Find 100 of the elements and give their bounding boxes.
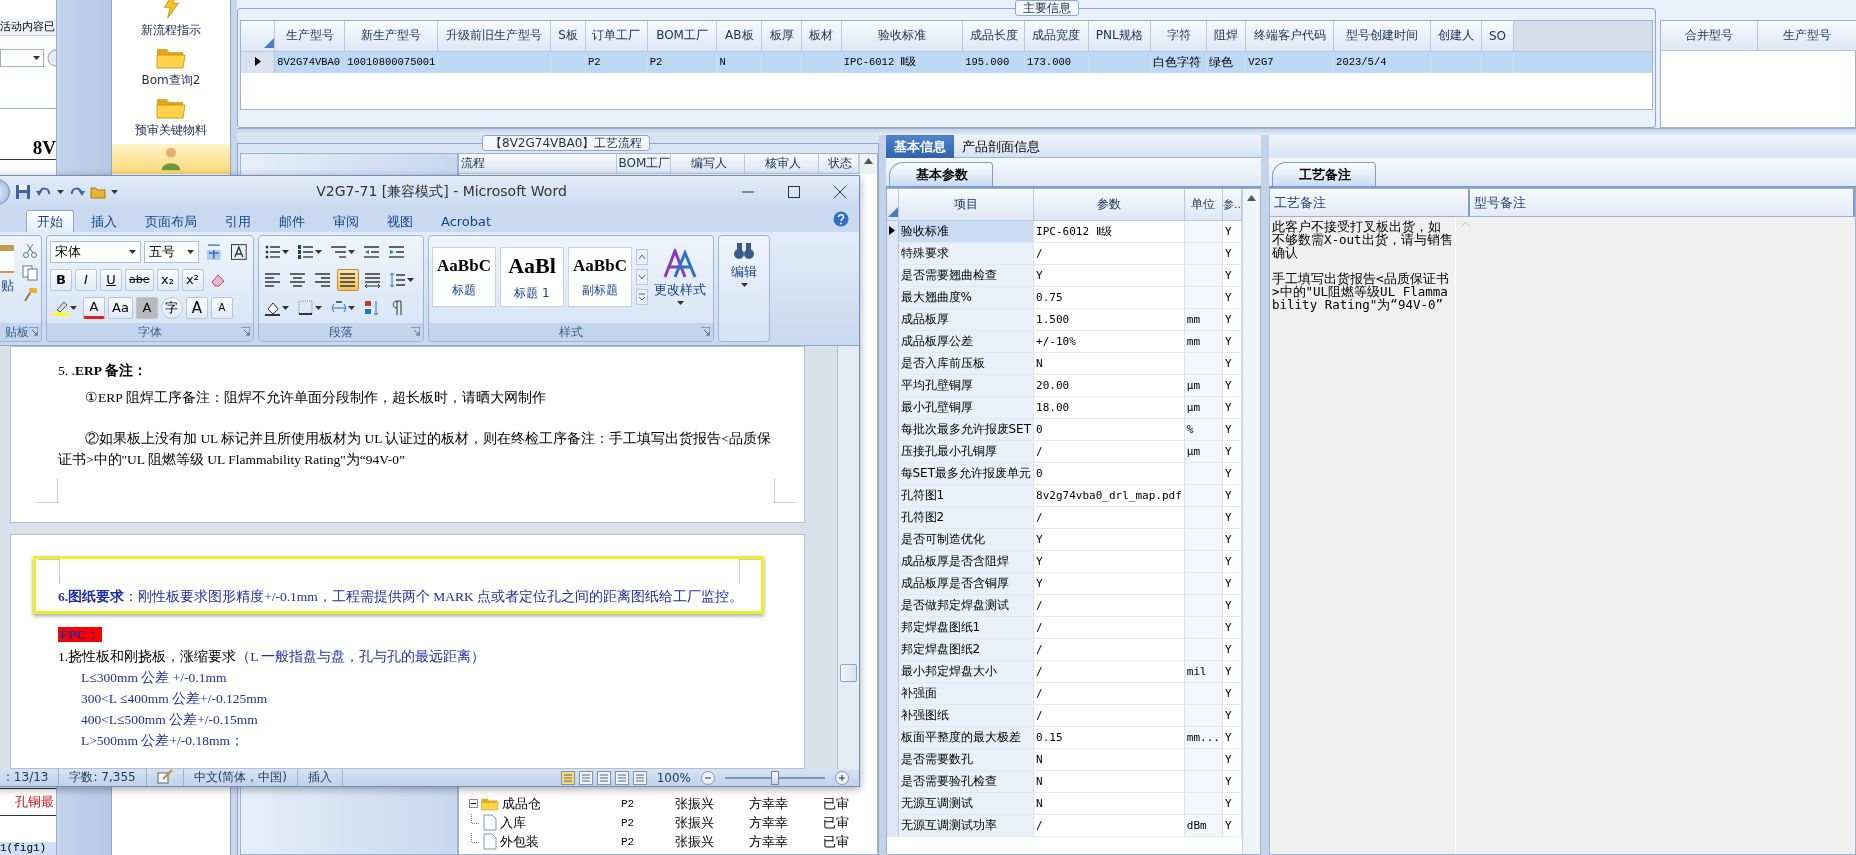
proofing-icon[interactable] [156, 769, 173, 785]
underline-button[interactable]: U [100, 268, 122, 291]
column-header[interactable]: 板厚 [761, 21, 802, 51]
style-option[interactable]: AaBbC 标题 [432, 247, 496, 307]
ribbon-tab[interactable]: 页面布局 [134, 210, 208, 232]
tab[interactable]: 产品剖面信息 [954, 135, 1048, 158]
scrollbar[interactable] [1242, 189, 1260, 854]
dialog-launcher-icon[interactable] [411, 327, 420, 336]
style-option[interactable]: AaBbC 副标题 [568, 247, 632, 307]
nav-item[interactable]: 新流程指示 [112, 0, 230, 42]
column-header[interactable]: 生产型号 [1758, 21, 1856, 51]
view-mode-icon[interactable] [596, 770, 611, 785]
column-header[interactable]: AB板 [716, 21, 762, 51]
column-header[interactable]: 流程 [459, 154, 617, 174]
column-header[interactable]: 板材 [801, 21, 842, 51]
caret-icon[interactable] [676, 301, 684, 305]
scroll-down-icon[interactable] [636, 269, 648, 285]
caret-icon[interactable] [315, 249, 322, 254]
caret-icon[interactable] [315, 305, 322, 310]
column-header[interactable]: 项目 [898, 189, 1034, 220]
folder-icon[interactable] [90, 184, 106, 200]
paste-button[interactable]: 贴 [0, 239, 18, 323]
bullet-list-icon[interactable] [265, 243, 281, 260]
column-header[interactable]: 型号创建时间 [1333, 21, 1431, 51]
column-header[interactable]: 编写人 [671, 154, 745, 174]
borders-icon[interactable] [298, 299, 314, 316]
table-row[interactable]: 8V2G74VBA0 10010800075001 P2 P2 N IPC-6012 Ⅱ级 195.000 173.000 白色字符 绿色 V2G7 2023/5/4 [241, 51, 1652, 73]
column-header[interactable]: 核审人 [745, 154, 819, 174]
ribbon-tab[interactable]: 审阅 [322, 210, 370, 232]
caret-icon[interactable] [57, 190, 64, 194]
multilevel-list-icon[interactable] [331, 243, 347, 260]
column-header[interactable]: 合并型号 [1661, 21, 1758, 51]
column-header[interactable]: 订单工厂 [585, 21, 648, 51]
ribbon-tab[interactable]: 视图 [376, 210, 424, 232]
superscript-button[interactable]: x² [181, 268, 204, 291]
column-header[interactable]: 成品长度 [962, 21, 1025, 51]
save-icon[interactable] [15, 184, 31, 200]
column-header[interactable]: 创建人 [1430, 21, 1482, 51]
view-mode-icon[interactable] [560, 770, 575, 785]
column-header[interactable]: SO [1481, 21, 1514, 51]
scrollbar[interactable] [837, 346, 859, 769]
font-name-field[interactable]: 宋体 [50, 240, 142, 263]
more-icon[interactable] [636, 289, 648, 305]
ribbon-tab[interactable]: 插入 [80, 210, 128, 232]
caret-icon[interactable] [282, 305, 289, 310]
italic-button[interactable]: I [75, 268, 97, 291]
column-header[interactable]: 升级前旧生产型号 [437, 21, 551, 51]
grow-font-button[interactable]: A [185, 296, 208, 319]
zoom-in-icon[interactable] [835, 770, 849, 785]
scissors-icon[interactable] [22, 243, 38, 259]
nav-item[interactable]: 预审关键物料 [112, 94, 230, 142]
caret-icon[interactable] [740, 283, 748, 287]
copy-icon[interactable] [22, 265, 38, 281]
caret-icon[interactable] [348, 305, 355, 310]
tab[interactable]: 基本信息 [886, 135, 954, 158]
view-mode-icon[interactable] [578, 770, 593, 785]
round-button-icon[interactable] [46, 49, 56, 67]
caret-icon[interactable] [407, 277, 414, 282]
tab[interactable]: 基本参数 [889, 162, 993, 186]
caret-icon[interactable] [348, 249, 355, 254]
dialog-launcher-icon[interactable] [241, 327, 250, 336]
column-header[interactable]: 字符 [1150, 21, 1207, 51]
font-color-button[interactable]: A [83, 296, 105, 319]
view-mode-icon[interactable] [632, 770, 647, 785]
numbered-list-icon[interactable] [298, 243, 314, 260]
caret-icon[interactable] [129, 249, 137, 254]
nav-item[interactable]: Bom查询2 [112, 44, 230, 92]
tree-node-label[interactable]: 入库 [500, 813, 526, 832]
dialog-launcher-icon[interactable] [701, 327, 710, 336]
font-size-field[interactable]: 五号 [144, 240, 199, 263]
tree-node-label[interactable]: 成品仓 [502, 794, 541, 813]
column-header[interactable]: 参数 [1033, 189, 1185, 220]
caret-icon[interactable] [111, 190, 118, 194]
zoom-out-icon[interactable] [701, 770, 715, 785]
style-option[interactable]: AaBl 标题 1 [500, 247, 564, 307]
caret-icon[interactable] [33, 56, 40, 60]
collapse-icon[interactable] [469, 799, 478, 808]
tab[interactable]: 工艺备注 [1272, 162, 1376, 186]
enclose-character-button[interactable]: 字 [160, 296, 183, 319]
column-header[interactable]: 终端客户代码 [1245, 21, 1334, 51]
caret-icon[interactable] [282, 249, 289, 254]
ribbon-tab[interactable]: 开始 [26, 210, 74, 232]
column-header[interactable]: 型号备注 [1470, 189, 1855, 217]
subscript-button[interactable]: x₂ [156, 268, 179, 291]
nav-item[interactable] [112, 144, 230, 174]
character-shading-button[interactable]: A [135, 296, 158, 319]
column-header[interactable]: S板 [550, 21, 586, 51]
ribbon-tab[interactable]: 引用 [214, 210, 262, 232]
column-header[interactable]: 单位 [1184, 189, 1223, 220]
column-header[interactable]: 状态 [819, 154, 859, 174]
slider-thumb[interactable] [771, 770, 779, 785]
ribbon-tab[interactable]: 邮件 [268, 210, 316, 232]
ribbon-tab[interactable]: Acrobat [430, 210, 503, 232]
column-header[interactable]: 成品宽度 [1024, 21, 1089, 51]
bold-button[interactable]: B [50, 268, 72, 291]
shrink-font-button[interactable]: A [210, 296, 233, 319]
strikethrough-button[interactable]: abe [125, 268, 154, 291]
column-header[interactable]: BOM工厂 [617, 154, 671, 174]
line-spacing-icon[interactable] [390, 271, 406, 288]
dialog-launcher-icon[interactable] [29, 327, 38, 336]
